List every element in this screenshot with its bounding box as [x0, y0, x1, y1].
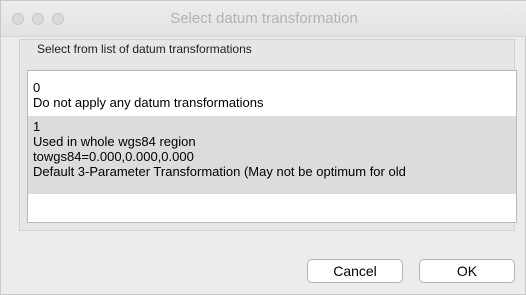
list-item-line: 0: [33, 80, 41, 95]
title-bar[interactable]: Select datum transformation: [1, 1, 526, 37]
list-item[interactable]: 0 Do not apply any datum transformations: [28, 77, 516, 113]
dialog-window: Select datum transformation Select from …: [0, 0, 526, 295]
list-item-line: 1: [33, 119, 41, 134]
list-item-line: Do not apply any datum transformations: [33, 95, 264, 110]
group-label: Select from list of datum transformation…: [37, 42, 252, 56]
cancel-button[interactable]: Cancel: [307, 259, 403, 283]
datum-transformation-list[interactable]: 0 Do not apply any datum transformations…: [27, 70, 517, 223]
list-item-line: Default 3-Parameter Transformation (May …: [33, 164, 406, 179]
ok-button[interactable]: OK: [419, 259, 515, 283]
window-title: Select datum transformation: [170, 10, 358, 27]
list-item-line: Used in whole wgs84 region: [33, 134, 196, 149]
list-item-selected[interactable]: 1 Used in whole wgs84 region towgs84=0.0…: [28, 116, 516, 194]
list-item-line: towgs84=0.000,0.000,0.000: [33, 149, 194, 164]
